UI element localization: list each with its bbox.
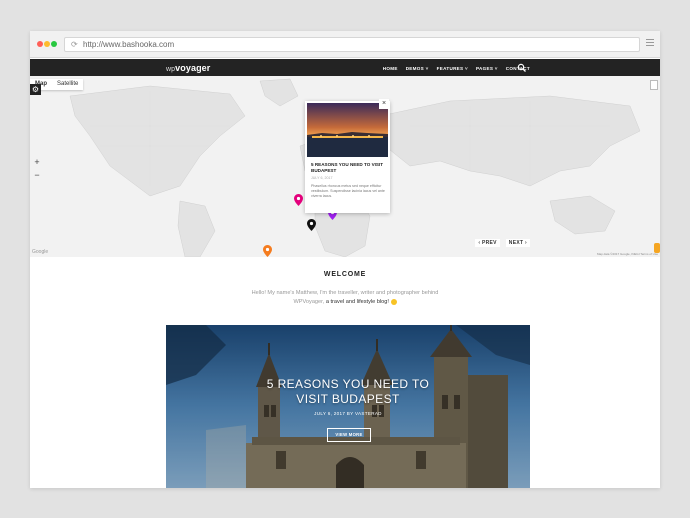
- featured-post[interactable]: 5 REASONS YOU NEED TO VISIT BUDAPEST JUL…: [166, 325, 530, 488]
- main-menu: HOME DEMOS ˅ FEATURES ˅ PAGES ˅ CONTACT: [383, 59, 530, 77]
- menu-item-demos[interactable]: DEMOS ˅: [406, 66, 429, 71]
- welcome-text: Hello! My name's Matthew, I'm the travel…: [220, 289, 470, 307]
- world-map[interactable]: Map Satellite ⚙ + − Google Map data ©201…: [30, 76, 660, 257]
- close-window-button[interactable]: [37, 41, 43, 47]
- popup-close-icon[interactable]: ×: [379, 99, 389, 109]
- maximize-window-button[interactable]: [51, 41, 57, 47]
- site-logo[interactable]: wpvoyager: [166, 63, 210, 73]
- popup-excerpt: Phasellus rhoncus metus sed neque effici…: [311, 184, 385, 198]
- featured-title-line-1: 5 REASONS YOU NEED TO: [266, 377, 430, 391]
- map-type-satellite[interactable]: Satellite: [52, 79, 83, 90]
- featured-title-line-2: VISIT BUDAPEST: [296, 392, 400, 406]
- map-marker-pink[interactable]: [294, 194, 303, 206]
- featured-post-meta: JULY 6, 2017 BY VASTERAD: [314, 411, 382, 416]
- map-attribution: Map data ©2017 Google, INEGI Terms of Us…: [596, 252, 658, 256]
- logo-main: voyager: [175, 63, 211, 73]
- view-more-button[interactable]: VIEW MORE: [327, 428, 371, 442]
- map-popup: × 5 REASONS YOU NEED TO VISIT BUDAPEST J…: [305, 99, 390, 213]
- refresh-icon[interactable]: ⟳: [71, 38, 78, 51]
- hamburger-menu-icon[interactable]: [646, 39, 654, 48]
- zoom-in-button[interactable]: +: [32, 156, 42, 169]
- logo-prefix: wp: [166, 66, 176, 73]
- address-bar[interactable]: ⟳ http://www.bashooka.com: [64, 37, 640, 52]
- welcome-heading: WELCOME: [323, 271, 367, 278]
- map-marker-black[interactable]: [307, 219, 316, 231]
- gear-icon[interactable]: ⚙: [30, 84, 41, 95]
- minimize-window-button[interactable]: [44, 41, 50, 47]
- popup-date: JULY 6, 2017: [311, 176, 333, 180]
- welcome-line-2-bold: a travel and lifestyle blog!: [325, 299, 389, 305]
- address-url: http://www.bashooka.com: [83, 40, 175, 49]
- browser-chrome: ⟳ http://www.bashooka.com: [30, 31, 660, 58]
- menu-item-home[interactable]: HOME: [383, 66, 398, 71]
- menu-item-features[interactable]: FEATURES ˅: [437, 66, 468, 71]
- map-marker-orange[interactable]: [263, 245, 272, 257]
- search-icon[interactable]: [517, 63, 527, 73]
- smiley-sunglasses-icon: [390, 298, 397, 305]
- map-pagination: ‹ PREV NEXT ›: [475, 239, 530, 247]
- menu-item-pages[interactable]: PAGES ˅: [476, 66, 498, 71]
- map-prev-button[interactable]: ‹ PREV: [475, 239, 500, 247]
- fullscreen-icon[interactable]: [650, 80, 658, 90]
- zoom-out-button[interactable]: −: [32, 169, 42, 182]
- street-view-pegman-icon[interactable]: [654, 243, 660, 253]
- zoom-controls: + −: [32, 156, 42, 182]
- popup-title[interactable]: 5 REASONS YOU NEED TO VISIT BUDAPEST: [311, 162, 385, 174]
- welcome-line-1: Hello! My name's Matthew, I'm the travel…: [251, 290, 439, 296]
- welcome-line-2-pre: WPVoyager,: [293, 299, 326, 305]
- featured-post-title[interactable]: 5 REASONS YOU NEED TO VISIT BUDAPEST: [166, 377, 530, 407]
- site-header: wpvoyager HOME DEMOS ˅ FEATURES ˅ PAGES …: [30, 59, 660, 77]
- popup-image[interactable]: [307, 103, 388, 157]
- map-next-button[interactable]: NEXT ›: [505, 239, 530, 247]
- browser-window: ⟳ http://www.bashooka.com wpvoyager HOME…: [30, 31, 660, 488]
- google-logo: Google: [32, 249, 49, 255]
